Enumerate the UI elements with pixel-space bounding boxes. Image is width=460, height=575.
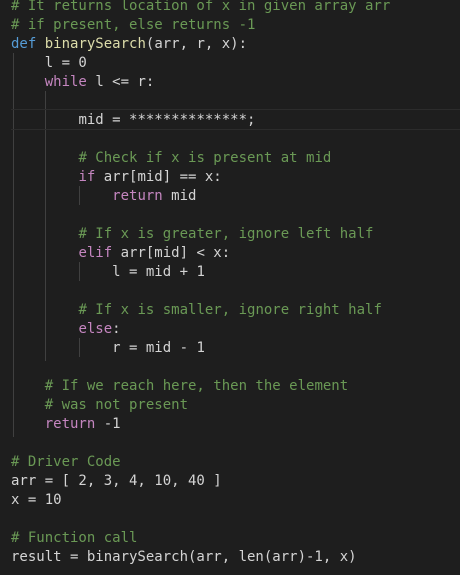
keyword-def: def <box>11 36 37 52</box>
code-line-if: if arr[mid] == x: <box>11 168 222 187</box>
code-text: : <box>112 321 121 337</box>
keyword-while: while <box>44 74 87 90</box>
code-line-return: return -1 <box>11 415 121 434</box>
code-line-else: else: <box>11 320 121 339</box>
code-line-comment: # Function call <box>11 529 137 548</box>
comment: # If x is smaller, ignore right half <box>78 302 382 318</box>
code-line-while: while l <= r: <box>11 73 155 92</box>
comment: # if present, else returns -1 <box>11 17 256 33</box>
keyword-if: if <box>78 169 96 185</box>
code-text: l <= r: <box>95 74 155 90</box>
code-text: -1 <box>103 416 121 432</box>
code-text: arr[mid] == x: <box>103 169 222 185</box>
code-line-mid: mid = **************; <box>11 111 255 130</box>
code-text: arr = [ 2, 3, 4, 10, 40 ] <box>11 473 222 489</box>
code-text: r = mid - 1 <box>112 340 205 356</box>
function-params: (arr, r, x): <box>145 36 248 52</box>
keyword-else: else <box>78 321 113 337</box>
code-line-call: result = binarySearch(arr, len(arr)-1, x… <box>11 548 357 567</box>
comment: # If x is greater, ignore left half <box>78 226 374 242</box>
code-editor[interactable]: # It returns location of x in given arra… <box>0 0 460 575</box>
code-line-comment: # Check if x is present at mid <box>11 149 331 168</box>
code-line-def: def binarySearch(arr, r, x): <box>11 35 247 54</box>
comment: # It returns location of x in given arra… <box>11 0 391 14</box>
code-line-comment: # if present, else returns -1 <box>11 16 255 35</box>
code-line-x: x = 10 <box>11 491 62 510</box>
comment: # was not present <box>44 397 189 413</box>
code-line-elif: elif arr[mid] < x: <box>11 244 230 263</box>
code-line-comment: # If we reach here, then the element <box>11 377 348 396</box>
code-line-arr: arr = [ 2, 3, 4, 10, 40 ] <box>11 472 222 491</box>
code-text: result = binarySearch(arr, len(arr)-1, x… <box>11 549 357 565</box>
code-line-comment: # It returns location of x in given arra… <box>11 0 390 16</box>
comment: # Driver Code <box>11 454 121 470</box>
code-line-comment: # If x is smaller, ignore right half <box>11 301 382 320</box>
code-line-assign-r: r = mid - 1 <box>11 339 205 358</box>
keyword-elif: elif <box>78 245 113 261</box>
code-line-assign-l: l = 0 <box>11 54 87 73</box>
keyword-return: return <box>44 416 96 432</box>
code-line-comment: # Driver Code <box>11 453 121 472</box>
comment: # If we reach here, then the element <box>44 378 349 394</box>
function-name: binarySearch <box>44 36 146 52</box>
keyword-return: return <box>112 188 163 204</box>
code-text: arr[mid] < x: <box>120 245 231 261</box>
code-line-comment: # If x is greater, ignore left half <box>11 225 373 244</box>
code-text: mid <box>171 188 197 204</box>
code-text: l = mid + 1 <box>112 264 205 280</box>
code-line-return-mid: return mid <box>11 187 196 206</box>
code-line-comment: # was not present <box>11 396 188 415</box>
code-text: l = 0 <box>44 55 87 71</box>
code-text: mid = **************; <box>78 112 256 128</box>
code-line-assign-l: l = mid + 1 <box>11 263 205 282</box>
comment: # Check if x is present at mid <box>78 150 332 166</box>
comment: # Function call <box>11 530 138 546</box>
code-text: x = 10 <box>11 492 62 508</box>
